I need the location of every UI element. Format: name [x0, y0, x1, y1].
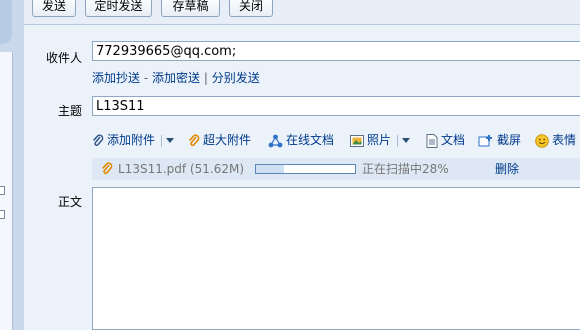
scan-progress-bar [255, 164, 356, 174]
compose-form: 收件人 772939665@qq.com; 添加抄送 - 添加密送 | 分别发送… [24, 25, 580, 330]
divider [160, 134, 162, 147]
document-icon [426, 133, 438, 148]
subject-value: L13S11 [96, 99, 145, 114]
add-attachment-button[interactable]: 添加附件 [92, 130, 174, 150]
divider [396, 134, 398, 147]
pipe-separator: | [203, 71, 208, 85]
paperclip-orange-icon [102, 162, 113, 175]
left-panel-checkbox[interactable] [0, 210, 5, 219]
subject-field[interactable]: L13S11 [92, 96, 580, 116]
photo-label: 照片 [367, 133, 392, 147]
online-doc-label: 在线文档 [286, 133, 335, 147]
body-label: 正文 [57, 195, 82, 209]
photo-icon [350, 134, 364, 147]
screenshot-label: 截屏 [497, 133, 522, 147]
scan-progress-fill [256, 165, 284, 173]
recipient-field[interactable]: 772939665@qq.com; [92, 41, 580, 61]
add-attachment-label: 添加附件 [107, 133, 156, 147]
document-label: 文档 [441, 133, 466, 147]
left-panel-edge [0, 0, 24, 330]
delete-attachment-link[interactable]: 删除 [495, 158, 519, 180]
dash-separator: - [143, 71, 149, 85]
chevron-down-icon[interactable] [401, 138, 410, 143]
smiley-icon [535, 133, 549, 148]
photo-button[interactable]: 照片 [350, 130, 410, 150]
screenshot-button[interactable]: 截屏 [478, 130, 521, 150]
emoji-label: 表情 [552, 133, 577, 147]
paperclip-icon [93, 134, 104, 146]
attachment-toolbar: 添加附件 超大附件 在线文档 照片 文档 截屏 表情 [92, 130, 580, 152]
large-attachment-label: 超大附件 [203, 133, 252, 147]
attachment-item: L13S11.pdf (51.62M) 正在扫描中28% 删除 [92, 158, 580, 180]
scheduled-send-button[interactable]: 定时发送 [85, 0, 152, 17]
online-doc-icon [268, 134, 283, 147]
emoji-button[interactable]: 表情 [535, 130, 576, 150]
add-bcc-link[interactable]: 添加密送 [152, 71, 200, 85]
large-attachment-button[interactable]: 超大附件 [188, 130, 251, 150]
screenshot-icon [478, 134, 492, 146]
left-panel-checkbox[interactable] [0, 186, 5, 195]
send-button[interactable]: 发送 [32, 0, 76, 17]
compose-toolbar: 发送 定时发送 存草稿 关闭 [24, 0, 580, 25]
attachment-filename: L13S11.pdf (51.62M) [118, 162, 244, 176]
left-panel-tab[interactable] [0, 0, 12, 44]
recipient-value: 772939665@qq.com; [96, 44, 237, 59]
add-cc-link[interactable]: 添加抄送 [92, 71, 140, 85]
recipient-label: 收件人 [45, 51, 82, 65]
scan-status: 正在扫描中28% [362, 162, 449, 176]
subject-label: 主题 [57, 104, 82, 118]
paperclip-orange-icon [189, 133, 200, 146]
document-button[interactable]: 文档 [426, 130, 465, 150]
close-button[interactable]: 关闭 [229, 0, 273, 17]
recipient-links: 添加抄送 - 添加密送 | 分别发送 [92, 69, 260, 86]
save-draft-button[interactable]: 存草稿 [161, 0, 220, 17]
left-panel [0, 52, 13, 330]
body-editor[interactable] [92, 187, 580, 330]
online-doc-button[interactable]: 在线文档 [268, 130, 334, 150]
separate-send-link[interactable]: 分别发送 [212, 71, 260, 85]
chevron-down-icon[interactable] [165, 138, 174, 143]
